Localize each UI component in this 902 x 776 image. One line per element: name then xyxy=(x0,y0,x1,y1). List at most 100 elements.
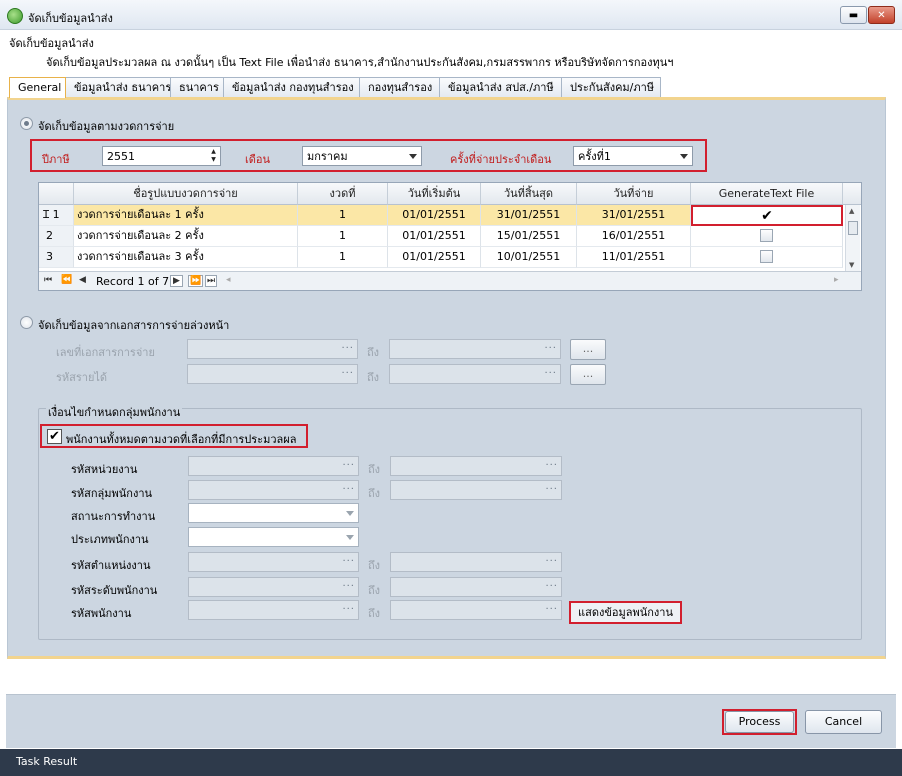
doc-browse-button[interactable]: ... xyxy=(570,339,606,360)
prev-record-icon[interactable]: ◀ xyxy=(79,275,86,285)
scroll-up-icon[interactable]: ▲ xyxy=(849,207,854,215)
cancel-button[interactable]: Cancel xyxy=(805,710,882,734)
ellipsis-icon[interactable]: ··· xyxy=(342,556,355,567)
employee-to-field[interactable]: ··· xyxy=(390,600,562,620)
scroll-down-icon[interactable]: ▼ xyxy=(849,261,854,269)
grid-header[interactable]: วันที่เริ่มต้น xyxy=(388,183,481,205)
advance-radio[interactable] xyxy=(20,316,33,329)
last-record-icon[interactable]: ⏭ xyxy=(205,275,218,287)
emp-group-to-field[interactable]: ··· xyxy=(390,480,562,500)
period-radio[interactable] xyxy=(20,117,33,130)
cell-start[interactable]: 01/01/2551 xyxy=(388,226,481,247)
cell-start[interactable]: 01/01/2551 xyxy=(388,247,481,268)
emp-type-dropdown[interactable] xyxy=(188,527,359,547)
level-from-field[interactable]: ··· xyxy=(188,577,359,597)
cell-end[interactable]: 15/01/2551 xyxy=(481,226,577,247)
show-employee-button[interactable]: แสดงข้อมูลพนักงาน xyxy=(569,601,682,624)
cell-name[interactable]: งวดการจ่ายเดือนละ 1 ครั้ง xyxy=(74,205,298,226)
grid-vertical-scrollbar[interactable]: ▲ ▼ xyxy=(845,205,860,271)
record-navigator: ⏮ ⏪ ◀ Record 1 of 7 ▶ ⏩ ⏭ ◂ ▸ xyxy=(39,271,861,290)
tab-bar: General ข้อมูลนำส่ง ธนาคาร ธนาคาร ข้อมูล… xyxy=(9,77,661,98)
income-from-field[interactable]: ··· xyxy=(187,364,358,384)
row-number: 3 xyxy=(39,247,74,268)
ellipsis-icon[interactable]: ··· xyxy=(342,484,355,495)
cell-period[interactable]: 1 xyxy=(298,226,388,247)
scroll-right-icon[interactable]: ▸ xyxy=(834,275,839,285)
ellipsis-icon[interactable]: ··· xyxy=(545,581,558,592)
ellipsis-icon[interactable]: ··· xyxy=(545,556,558,567)
cell-generate[interactable] xyxy=(691,226,843,247)
cell-period[interactable]: 1 xyxy=(298,205,388,226)
cell-pay[interactable]: 16/01/2551 xyxy=(577,226,691,247)
ellipsis-icon[interactable]: ··· xyxy=(342,604,355,615)
tab-sso-tax-export[interactable]: ข้อมูลนำส่ง สปส./ภาษี xyxy=(439,77,562,98)
ellipsis-icon[interactable]: ··· xyxy=(341,343,354,354)
grid-header[interactable]: GenerateText File xyxy=(691,183,843,205)
row-cursor-icon: Ɪ xyxy=(43,208,50,221)
income-browse-button[interactable]: ... xyxy=(570,364,606,385)
tab-bank[interactable]: ธนาคาร xyxy=(170,77,224,98)
work-status-dropdown[interactable] xyxy=(188,503,359,523)
scroll-left-icon[interactable]: ◂ xyxy=(226,275,231,285)
spinner-arrows-icon[interactable]: ▲ ▼ xyxy=(208,148,219,164)
cell-start[interactable]: 01/01/2551 xyxy=(388,205,481,226)
grid-header[interactable]: วันที่จ่าย xyxy=(577,183,691,205)
cell-pay[interactable]: 31/01/2551 xyxy=(577,205,691,226)
dept-to-field[interactable]: ··· xyxy=(390,456,562,476)
tab-general[interactable]: General xyxy=(9,77,66,98)
employee-from-field[interactable]: ··· xyxy=(188,600,359,620)
chevron-down-icon xyxy=(680,154,688,159)
next-page-icon[interactable]: ⏩ xyxy=(188,275,204,287)
next-record-icon[interactable]: ▶ xyxy=(170,275,183,287)
close-button[interactable]: ✕ xyxy=(868,6,895,24)
emp-group-from-field[interactable]: ··· xyxy=(188,480,359,500)
process-button[interactable]: Process xyxy=(725,711,794,733)
position-to-field[interactable]: ··· xyxy=(390,552,562,572)
task-result-bar[interactable]: Task Result xyxy=(0,749,902,776)
tab-sso-tax[interactable]: ประกันสังคม/ภาษี xyxy=(561,77,661,98)
minimize-button[interactable]: ▬ xyxy=(840,6,867,24)
tab-bank-export[interactable]: ข้อมูลนำส่ง ธนาคาร xyxy=(65,77,171,98)
cell-generate[interactable]: ✔ xyxy=(691,205,843,226)
doc-to-field[interactable]: ··· xyxy=(389,339,561,359)
tab-provident-export[interactable]: ข้อมูลนำส่ง กองทุนสำรอง xyxy=(223,77,360,98)
month-dropdown[interactable]: มกราคม xyxy=(302,146,422,166)
grid-header[interactable]: ชื่อรูปแบบงวดการจ่าย xyxy=(74,183,298,205)
doc-from-field[interactable]: ··· xyxy=(187,339,358,359)
cell-name[interactable]: งวดการจ่ายเดือนละ 3 ครั้ง xyxy=(74,247,298,268)
level-to-field[interactable]: ··· xyxy=(390,577,562,597)
position-from-field[interactable]: ··· xyxy=(188,552,359,572)
checkbox-empty-icon[interactable] xyxy=(760,229,773,242)
cell-name[interactable]: งวดการจ่ายเดือนละ 2 ครั้ง xyxy=(74,226,298,247)
cell-period[interactable]: 1 xyxy=(298,247,388,268)
cell-end[interactable]: 31/01/2551 xyxy=(481,205,577,226)
cell-end[interactable]: 10/01/2551 xyxy=(481,247,577,268)
ellipsis-icon[interactable]: ··· xyxy=(342,460,355,471)
first-record-icon[interactable]: ⏮ xyxy=(44,275,52,285)
ellipsis-icon[interactable]: ··· xyxy=(544,343,557,354)
all-employees-checkbox[interactable]: ✔ xyxy=(47,429,62,444)
period-option-label: จัดเก็บข้อมูลตามงวดการจ่าย xyxy=(38,120,175,133)
title-bar: จัดเก็บข้อมูลนำส่ง ▬ ✕ xyxy=(0,0,902,30)
round-dropdown[interactable]: ครั้งที่1 xyxy=(573,146,693,166)
tab-provident[interactable]: กองทุนสำรอง xyxy=(359,77,440,98)
dept-from-field[interactable]: ··· xyxy=(188,456,359,476)
checkmark-icon[interactable]: ✔ xyxy=(761,208,773,224)
cell-pay[interactable]: 11/01/2551 xyxy=(577,247,691,268)
checkbox-empty-icon[interactable] xyxy=(760,250,773,263)
prev-page-icon[interactable]: ⏪ xyxy=(61,275,72,285)
year-spinner[interactable]: 2551 ▲ ▼ xyxy=(102,146,221,166)
ellipsis-icon[interactable]: ··· xyxy=(544,368,557,379)
ellipsis-icon[interactable]: ··· xyxy=(545,484,558,495)
ellipsis-icon[interactable]: ··· xyxy=(545,604,558,615)
ellipsis-icon[interactable]: ··· xyxy=(341,368,354,379)
scroll-thumb[interactable] xyxy=(848,221,858,235)
grid-header[interactable]: งวดที่ xyxy=(298,183,388,205)
ellipsis-icon[interactable]: ··· xyxy=(545,460,558,471)
income-to-field[interactable]: ··· xyxy=(389,364,561,384)
grid-header[interactable]: วันที่สิ้นสุด xyxy=(481,183,577,205)
ellipsis-icon[interactable]: ··· xyxy=(342,581,355,592)
row-number: 2 xyxy=(39,226,74,247)
cell-generate[interactable] xyxy=(691,247,843,268)
work-status-label: สถานะการทำงาน xyxy=(71,510,156,523)
